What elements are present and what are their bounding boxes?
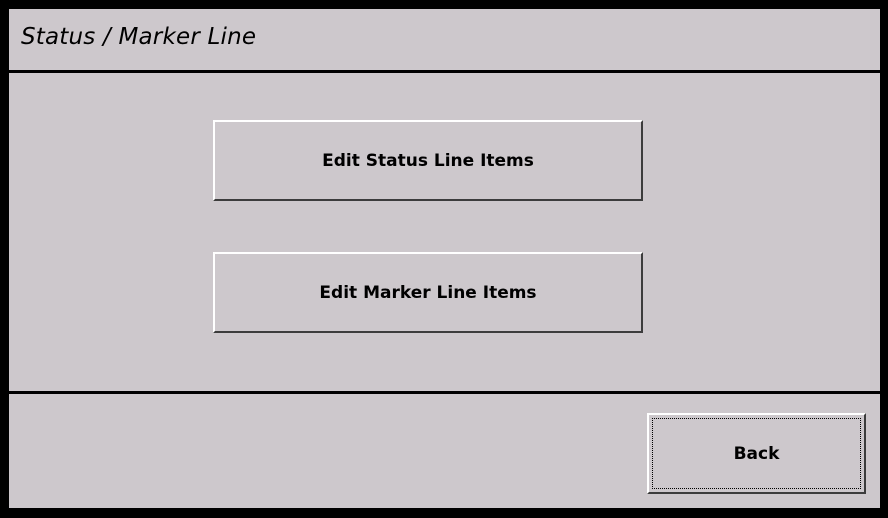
edit-marker-line-items-button[interactable]: Edit Marker Line Items xyxy=(213,252,643,333)
page-title: Status / Marker Line xyxy=(21,24,257,50)
edit-status-line-items-button[interactable]: Edit Status Line Items xyxy=(213,120,643,201)
footer-divider xyxy=(9,391,880,394)
title-divider xyxy=(9,70,880,73)
dialog-window: Status / Marker Line Edit Status Line It… xyxy=(9,9,880,508)
back-button[interactable]: Back xyxy=(647,413,866,494)
